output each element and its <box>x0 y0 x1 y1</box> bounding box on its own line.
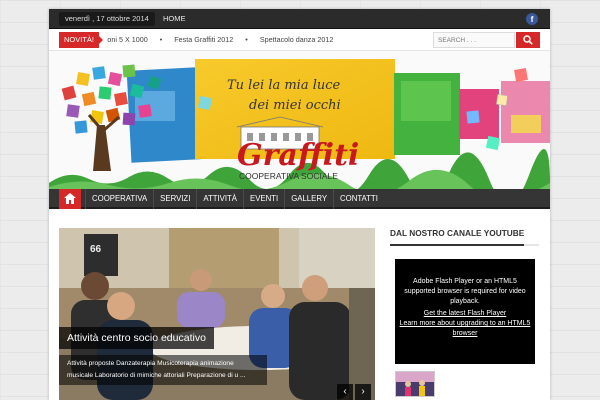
top-bar: venerdì , 17 ottobre 2014 HOME f <box>49 9 550 29</box>
sidebar-title: DAL NOSTRO CANALE YOUTUBE <box>390 228 539 246</box>
page-container: venerdì , 17 ottobre 2014 HOME f NOVITÀ!… <box>49 9 550 400</box>
banner-message-line1: Tu lei la mia luce <box>227 78 341 93</box>
video-fallback-text: Adobe Flash Player or an HTML5 supported… <box>404 278 526 305</box>
main-nav: COOPERATIVA SERVIZI ATTIVITÀ EVENTI GALL… <box>49 189 550 209</box>
nav-item-gallery[interactable]: GALLERY <box>284 189 333 209</box>
news-ticker: Donazioni 5 X 1000 • Festa Graffiti 2012… <box>107 29 427 51</box>
slide-desc-line: Attività proposte Danzaterapia Musicoter… <box>67 360 234 367</box>
ticker-item[interactable]: Spettacolo danza 2012 <box>260 35 334 44</box>
slide-description: Attività proposte Danzaterapia Musicoter… <box>59 355 267 385</box>
date-display: venerdì , 17 ottobre 2014 <box>59 12 155 26</box>
nav-item-attivita[interactable]: ATTIVITÀ <box>196 189 243 209</box>
slide-title[interactable]: Attività centro socio educativo <box>59 327 214 349</box>
slide-desc-line: musicale Laboratorio di mimiche attorial… <box>67 372 246 379</box>
banner-artwork: Tu lei la mia luce dei miei occhi Graffi… <box>49 51 550 189</box>
nav-item-eventi[interactable]: EVENTI <box>243 189 284 209</box>
flash-player-link[interactable]: Get the latest Flash Player <box>399 309 531 319</box>
ticker-item[interactable]: Donazioni 5 X 1000 <box>107 35 148 44</box>
video-thumbnail[interactable] <box>395 371 435 397</box>
news-badge: NOVITÀ! <box>59 32 104 48</box>
ticker-item[interactable]: Festa Graffiti 2012 <box>174 35 233 44</box>
slider-prev-button[interactable]: ‹ <box>337 384 353 400</box>
ticker-bullet: • <box>159 35 163 44</box>
search-icon <box>523 35 533 45</box>
home-icon <box>64 193 76 204</box>
featured-slider[interactable]: 66 Attività centro socio educativo Attiv… <box>59 228 375 400</box>
ticker-bullet: • <box>245 35 248 44</box>
banner-message-line2: dei miei occhi <box>249 98 341 113</box>
html5-upgrade-link[interactable]: Learn more about upgrading to an HTML5 b… <box>399 319 531 339</box>
youtube-video-player[interactable]: Adobe Flash Player or an HTML5 supported… <box>395 259 535 364</box>
news-ticker-bar: NOVITÀ! Donazioni 5 X 1000 • Festa Graff… <box>49 29 550 51</box>
nav-item-servizi[interactable]: SERVIZI <box>153 189 196 209</box>
search-button[interactable] <box>516 32 540 48</box>
thumbnail-image <box>396 372 434 396</box>
facebook-icon[interactable]: f <box>526 13 538 25</box>
brand-subtitle: COOPERATIVA SOCIALE <box>239 171 338 181</box>
search-input[interactable] <box>433 32 515 48</box>
header-banner: Tu lei la mia luce dei miei occhi Graffi… <box>49 51 550 189</box>
nav-item-cooperativa[interactable]: COOPERATIVA <box>85 189 153 209</box>
nav-item-contatti[interactable]: CONTATTI <box>333 189 384 209</box>
svg-text:66: 66 <box>90 244 102 255</box>
top-home-link[interactable]: HOME <box>163 9 186 29</box>
brand-logo-text: Graffiti <box>237 138 359 173</box>
slider-next-button[interactable]: › <box>355 384 371 400</box>
nav-home-button[interactable] <box>59 189 81 209</box>
